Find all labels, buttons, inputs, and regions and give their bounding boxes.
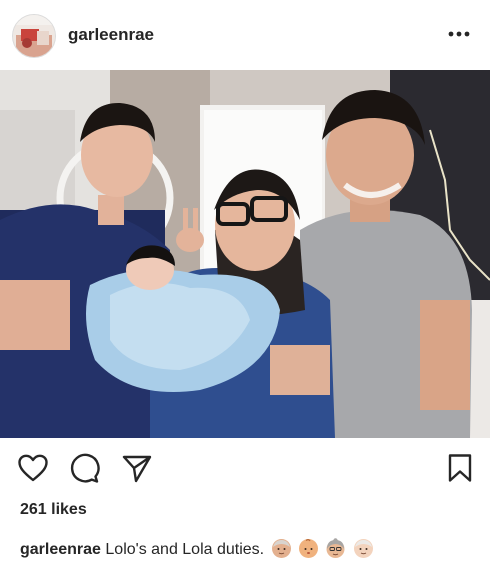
older-man-emoji [271,539,291,558]
send-icon[interactable] [121,452,153,484]
older-man-emoji [353,539,373,558]
heart-icon[interactable] [17,452,49,484]
comment-icon[interactable] [68,452,100,484]
bookmark-icon[interactable] [444,452,476,484]
post-caption: garleenrae Lolo's and Lola duties. [20,538,480,559]
instagram-post: garleenrae 261 likes garleenrae Lolo's a… [0,0,490,567]
more-options-icon[interactable] [446,20,472,48]
caption-text: Lolo's and Lola duties. [105,541,265,558]
post-username[interactable]: garleenrae [68,25,154,45]
avatar[interactable] [12,14,56,58]
older-woman-emoji [326,538,345,558]
post-photo[interactable] [0,70,490,438]
action-bar [0,438,490,498]
baby-emoji [299,539,319,558]
caption-username[interactable]: garleenrae [20,541,101,558]
likes-count[interactable]: 261 likes [20,501,87,519]
post-header: garleenrae [0,0,490,70]
